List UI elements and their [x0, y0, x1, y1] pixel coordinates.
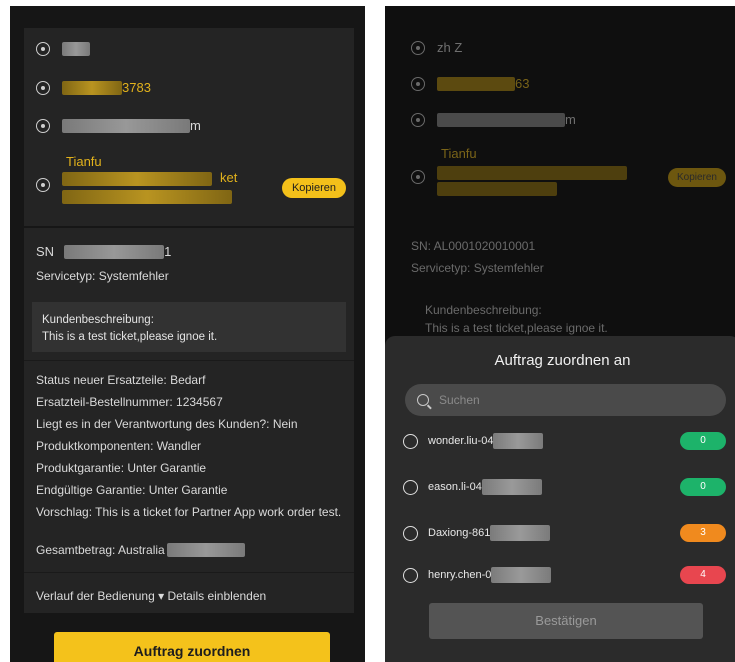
redacted-phone — [437, 76, 515, 91]
redacted-email — [437, 112, 565, 127]
location-icon — [36, 178, 50, 192]
customer-name-row — [36, 42, 90, 56]
service-type: Servicetyp: Systemfehler — [36, 269, 169, 283]
phone-suffix[interactable]: 3783 — [122, 80, 151, 95]
sn-row: SN 1 — [36, 244, 171, 259]
radio-button[interactable] — [403, 567, 418, 583]
search-placeholder: Suchen — [439, 393, 480, 407]
email-suffix: m — [190, 118, 201, 133]
technician-option[interactable]: henry.chen-0 4 — [403, 562, 726, 588]
detail-line: Status neuer Ersatzteile: Bedarf — [36, 373, 206, 387]
detail-line: Endgültige Garantie: Unter Garantie — [36, 483, 228, 497]
radio-button[interactable] — [403, 525, 418, 541]
technician-option[interactable]: wonder.liu-04 0 — [403, 428, 726, 454]
customer-name-row: zh Z — [411, 40, 462, 55]
email-suffix: m — [565, 112, 576, 127]
radio-button[interactable] — [403, 479, 418, 495]
phone-row: 63 — [411, 76, 529, 91]
address-row: Tianfu — [411, 146, 647, 196]
workload-badge: 3 — [680, 524, 726, 542]
total-amount-row: Gesamtbetrag: Australia — [36, 542, 344, 558]
description-text: This is a test ticket,please ignoe it. — [425, 321, 608, 335]
work-order-detail-screen: 3783 m Tianfu ket Kopieren SN 1 Servicet… — [10, 6, 365, 662]
redacted-address-2 — [437, 182, 557, 196]
redacted-name — [62, 42, 90, 56]
assign-bottom-sheet: Auftrag zuordnen an Suchen wonder.liu-04… — [385, 336, 735, 662]
sn-suffix: 1 — [164, 244, 172, 259]
sheet-title: Auftrag zuordnen an — [494, 352, 631, 369]
detail-line: Produktgarantie: Unter Garantie — [36, 461, 207, 475]
technician-option[interactable]: Daxiong-861 3 — [403, 520, 726, 546]
email-row: m — [36, 118, 201, 133]
redacted-amount — [166, 543, 245, 557]
phone-icon — [36, 80, 50, 95]
redacted-sn — [64, 244, 165, 259]
workload-badge: 4 — [680, 566, 726, 584]
order-detail-card: SN 1 Servicetyp: Systemfehler Kundenbesc… — [24, 228, 354, 613]
workload-badge: 0 — [680, 478, 726, 496]
detail-line: Produktkomponenten: Wandler — [36, 439, 201, 453]
description-text: This is a test ticket,please ignoe it. — [42, 331, 218, 343]
address-row: Tianfu ket — [36, 154, 262, 214]
person-icon — [36, 42, 50, 56]
history-link[interactable]: Verlauf der Bedienung ▾ Details einblend… — [36, 588, 344, 604]
redacted-address-2 — [62, 190, 232, 204]
technician-name: Daxiong-861 — [428, 527, 491, 539]
sn-line: SN: AL0001020010001 — [411, 239, 536, 253]
search-icon — [417, 394, 429, 406]
mail-icon — [36, 118, 50, 133]
technician-search-input[interactable]: Suchen — [405, 384, 726, 416]
address-label: Tianfu — [66, 154, 102, 169]
address-label: Tianfu — [441, 146, 477, 161]
redacted-address-1 — [62, 172, 212, 186]
description-title: Kundenbeschreibung: — [425, 303, 542, 317]
redacted-address-1 — [437, 166, 627, 180]
contact-card: 3783 m Tianfu ket Kopieren — [24, 28, 354, 226]
redacted-email — [62, 118, 190, 133]
phone-row: 3783 — [36, 80, 151, 95]
assign-order-screen: zh Z 63 m Tianfu Kopieren SN: AL00010200… — [385, 6, 735, 662]
copy-address-button[interactable]: Kopieren — [667, 168, 726, 187]
confirm-button[interactable]: Bestätigen — [429, 603, 703, 639]
phone-icon — [411, 76, 425, 91]
sn-label: SN — [36, 244, 55, 259]
dimmed-background: zh Z 63 m Tianfu Kopieren SN: AL00010200… — [385, 6, 735, 336]
redacted-phone — [62, 80, 122, 95]
email-row: m — [411, 112, 576, 127]
detail-line: Ersatzteil-Bestellnummer: 1234567 — [36, 395, 223, 409]
customer-name: zh Z — [437, 40, 463, 55]
technician-name: henry.chen-0 — [428, 569, 492, 581]
location-icon — [411, 170, 425, 184]
copy-address-button[interactable]: Kopieren — [281, 178, 346, 198]
detail-line: Vorschlag: This is a ticket for Partner … — [36, 505, 342, 519]
phone-suffix: 63 — [515, 76, 530, 91]
total-amount: Gesamtbetrag: Australia — [36, 543, 165, 557]
mail-icon — [411, 112, 425, 127]
technician-option[interactable]: eason.li-04 0 — [403, 474, 726, 500]
detail-line: Liegt es in der Verantwortung des Kunden… — [36, 417, 298, 431]
address-suffix: ket — [220, 170, 238, 185]
description-title: Kundenbeschreibung: — [42, 314, 154, 326]
service-type: Servicetyp: Systemfehler — [411, 261, 544, 275]
assign-order-button[interactable]: Auftrag zuordnen — [54, 632, 330, 662]
radio-button[interactable] — [403, 433, 418, 449]
workload-badge: 0 — [680, 432, 726, 450]
person-icon — [411, 40, 425, 55]
technician-name: wonder.liu-04 — [428, 435, 494, 447]
technician-name: eason.li-04 — [428, 481, 482, 493]
customer-description-box: Kundenbeschreibung: This is a test ticke… — [32, 302, 346, 352]
